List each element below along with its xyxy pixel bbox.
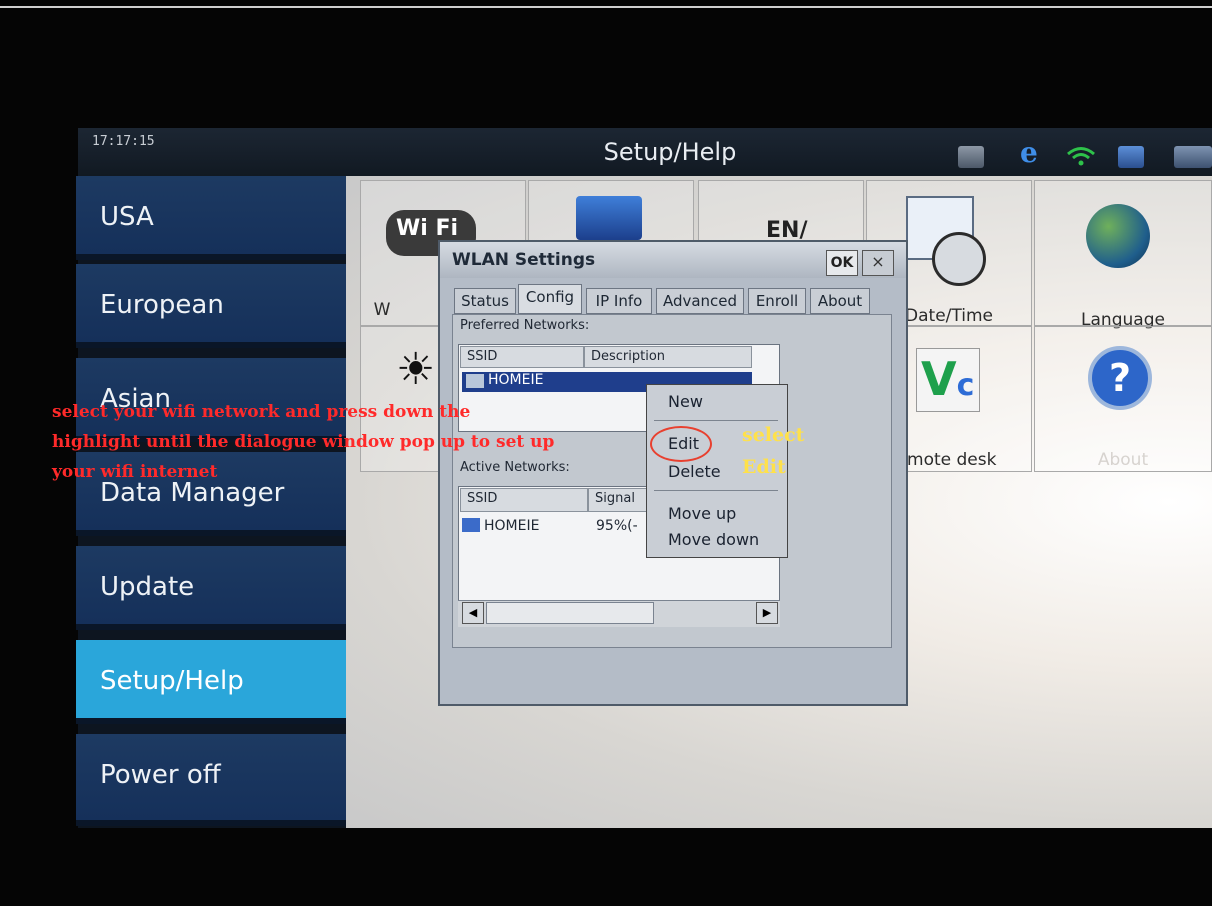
active-networks-label: Active Networks: bbox=[460, 460, 570, 475]
column-header-ssid[interactable]: SSID bbox=[460, 488, 588, 512]
annotation-text: select your wifi network and press down … bbox=[52, 402, 471, 422]
sidebar-item-power-off[interactable]: Power off bbox=[76, 734, 348, 826]
menu-item-new[interactable]: New bbox=[668, 392, 703, 411]
help-icon: ? bbox=[1088, 346, 1152, 410]
scroll-left-icon[interactable]: ◀ bbox=[462, 602, 484, 624]
network-icon bbox=[466, 374, 484, 388]
scroll-right-icon[interactable]: ▶ bbox=[756, 602, 778, 624]
sidebar-item-usa[interactable]: USA bbox=[76, 176, 348, 260]
tab-about[interactable]: About bbox=[810, 288, 870, 314]
tile-about-label: About bbox=[1097, 450, 1149, 470]
monitor-icon[interactable] bbox=[958, 146, 984, 168]
menu-item-delete[interactable]: Delete bbox=[668, 462, 721, 481]
annotation-text: highlight until the dialogue window pop … bbox=[52, 432, 555, 452]
menu-item-move-down[interactable]: Move down bbox=[668, 530, 759, 549]
sidebar-item-label: Power off bbox=[100, 760, 221, 790]
sidebar-item-label: Update bbox=[100, 572, 195, 602]
highlight-circle bbox=[650, 426, 712, 462]
globe-icon bbox=[1086, 204, 1150, 268]
menu-separator bbox=[654, 490, 778, 491]
ok-button[interactable]: OK bbox=[826, 250, 858, 276]
clock-icon bbox=[932, 232, 986, 286]
dialog-title: WLAN Settings bbox=[452, 250, 596, 270]
sidebar-item-label: USA bbox=[100, 202, 154, 232]
column-header-signal[interactable]: Signal bbox=[588, 488, 648, 512]
signal-value: 95%(- bbox=[596, 518, 638, 534]
sidebar-item-setup-help[interactable]: Setup/Help bbox=[76, 640, 348, 724]
close-icon[interactable]: × bbox=[862, 250, 894, 276]
network-icon[interactable] bbox=[1118, 146, 1144, 168]
clock: 17:17:15 bbox=[92, 134, 155, 149]
list-item[interactable]: HOMEIE bbox=[462, 518, 539, 534]
wifi-signal-icon[interactable] bbox=[1066, 146, 1096, 166]
tab-enroll[interactable]: Enroll bbox=[748, 288, 806, 314]
sidebar-item-european[interactable]: European bbox=[76, 264, 348, 348]
network-monitors-icon bbox=[576, 196, 642, 240]
sidebar-item-label: Data Manager bbox=[100, 478, 285, 508]
sidebar-item-label: European bbox=[100, 290, 224, 320]
network-icon bbox=[462, 518, 480, 532]
ssid-value: HOMEIE bbox=[488, 372, 544, 388]
tab-config[interactable]: Config bbox=[518, 284, 582, 314]
page-title: Setup/Help bbox=[603, 138, 737, 166]
sidebar-item-asian[interactable]: Asian bbox=[76, 358, 348, 442]
sidebar-item-update[interactable]: Update bbox=[76, 546, 348, 630]
photo-border bbox=[0, 6, 1212, 8]
tab-ip-info[interactable]: IP Info bbox=[586, 288, 652, 314]
annotation-edit: Edit bbox=[742, 456, 786, 478]
sidebar-item-label: Setup/Help bbox=[100, 666, 244, 696]
column-header-description[interactable]: Description bbox=[584, 346, 752, 368]
brightness-icon: ☀ bbox=[396, 344, 436, 395]
annotation-text: your wifi internet bbox=[52, 462, 218, 482]
preferred-networks-label: Preferred Networks: bbox=[460, 318, 590, 333]
tab-advanced[interactable]: Advanced bbox=[656, 288, 744, 314]
ie-icon[interactable]: e bbox=[1020, 136, 1038, 169]
annotation-select: select bbox=[742, 424, 805, 446]
menu-item-move-up[interactable]: Move up bbox=[668, 504, 736, 523]
vnc-icon: Vc bbox=[916, 348, 980, 412]
menu-separator bbox=[654, 420, 778, 421]
tile-wifi-label: W bbox=[373, 300, 391, 320]
column-header-ssid[interactable]: SSID bbox=[460, 346, 584, 368]
scrollbar-thumb[interactable] bbox=[486, 602, 654, 624]
network-disconnected-icon[interactable] bbox=[1174, 146, 1212, 168]
ssid-value: HOMEIE bbox=[484, 518, 540, 534]
tab-status[interactable]: Status bbox=[454, 288, 516, 314]
